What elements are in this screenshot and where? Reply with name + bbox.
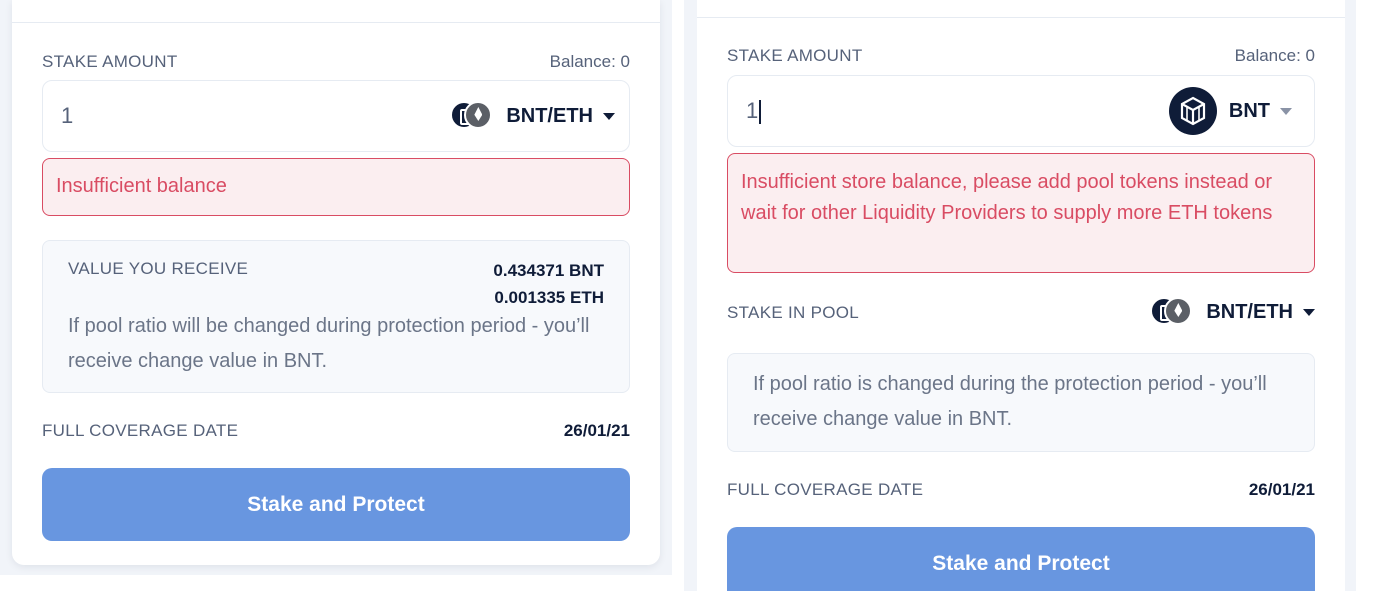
stake-amount-label: STAKE AMOUNT: [727, 46, 863, 65]
stake-amount-label: STAKE AMOUNT: [42, 52, 178, 71]
balance-text: Balance: 0: [1234, 46, 1315, 65]
receive-bnt: 0.434371 BNT: [493, 261, 604, 280]
receive-eth: 0.001335 ETH: [494, 288, 604, 307]
token-selector[interactable]: BNT/ETH: [450, 101, 615, 131]
receive-values: 0.434371 BNT 0.001335 ETH: [493, 257, 604, 311]
stake-card-left: STAKE AMOUNT Balance: 0 1 BNT/ETH Insuff…: [12, 0, 660, 565]
stake-and-protect-button[interactable]: Stake and Protect: [727, 527, 1315, 591]
amount-field[interactable]: 1: [746, 98, 762, 125]
bnt-eth-pair-icon: [450, 101, 494, 131]
pool-token-label: BNT/ETH: [1206, 300, 1293, 323]
stake-amount-input[interactable]: 1 BNT/ETH: [42, 80, 630, 152]
coverage-label: FULL COVERAGE DATE: [42, 421, 239, 440]
amount-value: 1: [746, 98, 759, 123]
bnt-eth-pair-icon: [1150, 297, 1194, 327]
pool-ratio-note: If pool ratio is changed during the prot…: [753, 373, 1267, 430]
text-caret: [759, 100, 762, 125]
header-divider: [697, 17, 1345, 18]
coverage-date: 26/01/21: [1248, 480, 1315, 499]
stake-card-right: STAKE AMOUNT Balance: 0 1 BNT Insufficie…: [697, 0, 1345, 591]
error-message: Insufficient store balance, please add p…: [741, 171, 1273, 224]
eth-icon: [1164, 297, 1193, 325]
token-label: BNT: [1228, 99, 1270, 122]
error-message: Insufficient balance: [56, 175, 227, 197]
balance-text: Balance: 0: [549, 52, 630, 71]
coverage-date: 26/01/21: [563, 421, 630, 440]
error-alert: Insufficient store balance, please add p…: [727, 153, 1315, 273]
pool-ratio-info-box: If pool ratio is changed during the prot…: [727, 353, 1315, 452]
token-selector[interactable]: BNT: [1168, 87, 1292, 135]
bancor-icon: [1168, 87, 1217, 135]
pool-ratio-note: If pool ratio will be changed during pro…: [68, 315, 590, 372]
chevron-down-icon: [1303, 308, 1315, 316]
page-edge: [1356, 0, 1390, 591]
pool-selector[interactable]: BNT/ETH: [1150, 297, 1315, 327]
token-label: BNT/ETH: [506, 104, 593, 127]
error-alert: Insufficient balance: [42, 158, 630, 216]
chevron-down-icon: [603, 112, 615, 120]
coverage-label: FULL COVERAGE DATE: [727, 480, 924, 499]
receive-info-box: VALUE YOU RECEIVE 0.434371 BNT 0.001335 …: [42, 240, 630, 393]
stake-and-protect-button[interactable]: Stake and Protect: [42, 468, 630, 541]
stake-in-pool-label: STAKE IN POOL: [727, 303, 860, 322]
header-divider: [12, 22, 660, 23]
amount-value[interactable]: 1: [61, 103, 73, 129]
stake-amount-input[interactable]: 1 BNT: [727, 75, 1315, 147]
receive-label: VALUE YOU RECEIVE: [68, 259, 249, 278]
eth-icon: [464, 101, 493, 129]
chevron-down-icon: [1280, 107, 1292, 115]
